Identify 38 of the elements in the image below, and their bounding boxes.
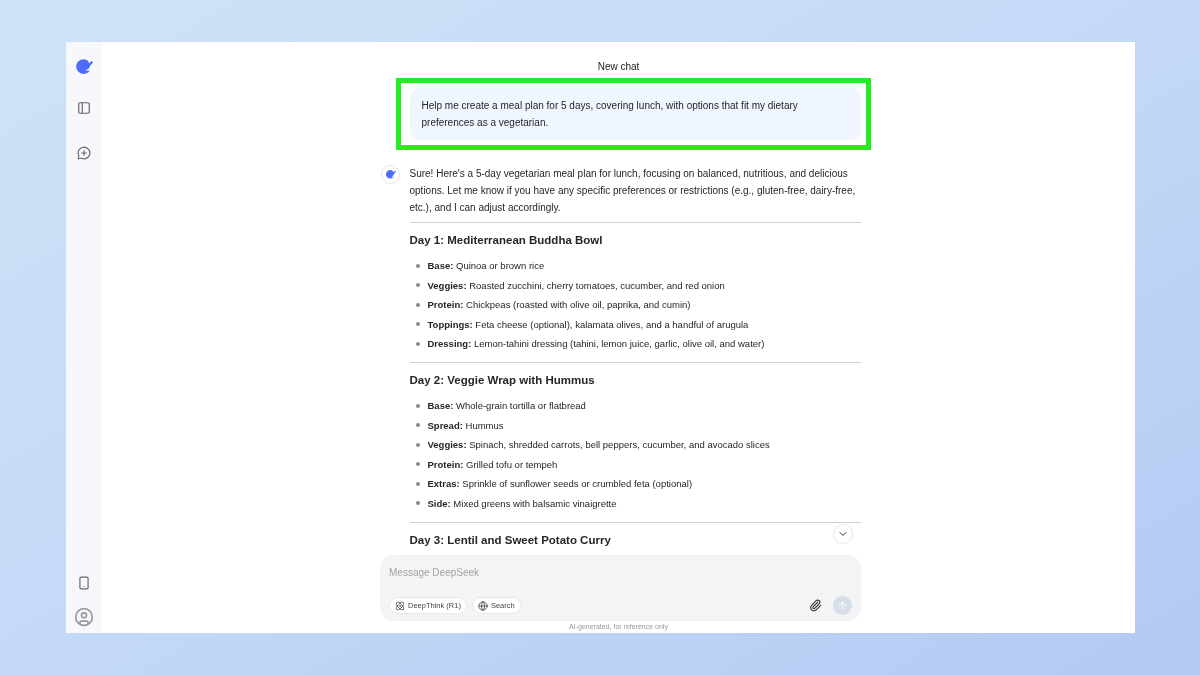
bullet-icon <box>415 442 420 447</box>
sidebar-toggle-icon[interactable] <box>77 101 91 115</box>
day-heading: Day 3: Lentil and Sweet Potato Curry <box>409 532 611 548</box>
meal-item: Protein: Grilled tofu or tempeh <box>427 457 558 472</box>
meal-item: Spread: Hummus <box>427 418 504 433</box>
assistant-intro: Sure! Here's a 5-day vegetarian meal plan for lunch, focusing on balanced, nutritious, and delicious options. Let me know if you have any specific preferences or restrictions (e.g., gluten-free, dairy-free, etc.), and I can adjust accordingly. <box>409 167 857 215</box>
bullet-icon <box>415 481 420 486</box>
bullet-icon <box>415 423 420 427</box>
meal-item: Toppings: Feta cheese (optional), kalamata olives, and a handful of arugula <box>427 317 749 332</box>
globe-icon <box>477 600 488 611</box>
phone-icon[interactable] <box>77 575 91 591</box>
meal-item: Side: Mixed greens with balsamic vinaigrette <box>427 496 617 511</box>
atom-icon <box>395 600 405 611</box>
avatar-icon[interactable] <box>74 607 94 627</box>
meal-item: Extras: Sprinkle of sunflower seeds or crumbled feta (optional) <box>427 477 693 491</box>
meal-item: Veggies: Roasted zucchini, cherry tomatoes, cucumber, and red onion <box>427 278 725 293</box>
day-heading: Day 1: Mediterranean Buddha Bowl <box>409 233 603 248</box>
meal-item: Protein: Chickpeas (roasted with olive oil, paprika, and cumin) <box>427 298 691 312</box>
bullet-icon <box>415 322 420 326</box>
meal-item: Dressing: Lemon-tahini dressing (tahini, lemon juice, garlic, olive oil, and water) <box>427 337 765 351</box>
bullet-icon <box>415 462 420 466</box>
arrow-up-icon <box>837 600 848 611</box>
meal-item: Veggies: Spinach, shredded carrots, bell peppers, cucumber, and avocado slices <box>427 438 770 452</box>
meal-item: Base: Quinoa or brown rice <box>427 259 545 273</box>
bullet-icon <box>415 283 420 287</box>
bullet-icon <box>415 341 420 346</box>
bullet-icon <box>415 302 420 307</box>
message-input[interactable]: Message DeepSeek <box>389 565 852 580</box>
bullet-icon <box>415 403 420 408</box>
meal-item: Base: Whole-grain tortilla or flatbread <box>427 399 586 413</box>
day-heading: Day 2: Veggie Wrap with Hummus <box>409 373 595 388</box>
scroll-down-button[interactable] <box>833 524 853 544</box>
new-chat-icon[interactable] <box>77 146 91 160</box>
paperclip-icon[interactable] <box>809 599 822 612</box>
chat-title: New chat <box>597 60 640 73</box>
bullet-icon <box>415 501 420 505</box>
user-message: Help me create a meal plan for 5 days, covering lunch, with options that fit my dietary preferences as a vegetarian. <box>409 88 861 140</box>
bullet-icon <box>415 263 420 268</box>
